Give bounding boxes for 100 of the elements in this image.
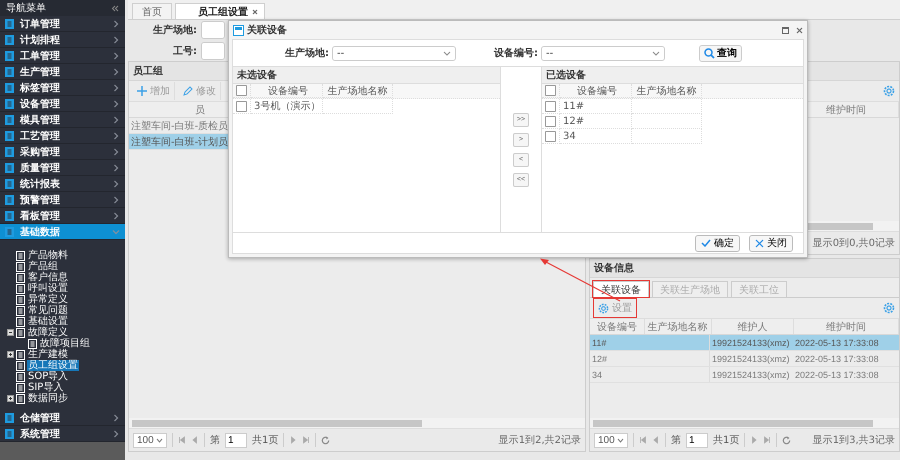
input-field[interactable] xyxy=(201,42,225,60)
tree-item[interactable]: 故障项目组 xyxy=(39,338,91,349)
tree-item[interactable]: 产品组 xyxy=(27,261,59,272)
tree-item[interactable]: 员工组设置 xyxy=(27,360,79,371)
tree-item[interactable]: 生产建模 xyxy=(27,349,69,360)
page-size-select[interactable]: 100 xyxy=(133,432,167,448)
document-icon xyxy=(5,146,14,156)
collapse-icon[interactable] xyxy=(6,329,14,336)
page-input[interactable]: 1 xyxy=(225,432,247,448)
first-page-icon[interactable] xyxy=(178,436,186,444)
page-label: 第 xyxy=(671,434,681,447)
document-icon xyxy=(16,294,25,304)
document-icon xyxy=(5,50,14,60)
menu-item[interactable]: 统计报表 xyxy=(0,176,125,192)
gear-icon[interactable] xyxy=(883,302,895,314)
tab[interactable]: 关联设备 xyxy=(593,281,649,297)
table-cell-text: 19921524133(xmz) xyxy=(711,354,791,364)
menu-item[interactable]: 标签管理 xyxy=(0,80,125,96)
document-icon xyxy=(16,250,25,260)
tree-item[interactable]: 产品物料 xyxy=(27,250,69,261)
document-icon xyxy=(5,210,14,220)
refresh-icon[interactable] xyxy=(321,436,330,444)
table-cell-text: 2022-05-13 17:33:08 xyxy=(794,338,880,348)
tab[interactable]: 首页 xyxy=(132,3,172,19)
checkbox[interactable] xyxy=(236,100,247,112)
table-row[interactable]: 11# 19921524133(xmz) 2022-05-13 17:33:08 xyxy=(590,335,899,351)
next-page-icon[interactable] xyxy=(289,436,298,444)
tree-item[interactable]: 呼叫设置 xyxy=(27,283,69,294)
menu-item[interactable]: 生产管理 xyxy=(0,64,125,80)
document-icon xyxy=(5,428,14,438)
table-row[interactable]: 34 19921524133(xmz) 2022-05-13 17:33:08 xyxy=(590,367,899,383)
search-button[interactable]: 查询 xyxy=(699,44,742,62)
gear-icon[interactable] xyxy=(883,85,895,97)
tree-item[interactable]: SIP导入 xyxy=(27,382,64,393)
previous-page-icon[interactable] xyxy=(652,436,660,444)
caret-icon xyxy=(156,438,163,442)
close-button[interactable]: 关闭 xyxy=(749,234,793,252)
tree-item[interactable]: 常见问题 xyxy=(27,305,69,316)
checkbox[interactable] xyxy=(545,130,556,142)
column-header: 生产场地名称 xyxy=(644,319,712,334)
previous-page-icon[interactable] xyxy=(191,436,199,444)
column-header: 设备编号 xyxy=(590,319,645,334)
column-header: 生产场地名称 xyxy=(632,84,702,98)
column-header: 设备编号 xyxy=(560,84,632,98)
last-page-icon[interactable] xyxy=(302,436,310,444)
table-cell-text: 34 xyxy=(591,370,604,380)
checkbox[interactable] xyxy=(236,85,247,96)
caret-icon xyxy=(652,50,660,56)
tab[interactable]: 员工组设置 xyxy=(175,3,265,19)
maximize-icon[interactable] xyxy=(782,26,789,34)
document-icon xyxy=(28,338,37,348)
menu-item[interactable]: 基础数据 xyxy=(0,224,125,240)
checkbox[interactable] xyxy=(545,116,556,126)
column-header: 维护时间 xyxy=(794,319,899,334)
menu-item[interactable]: 订单管理 xyxy=(0,16,125,32)
menu-item[interactable]: 工单管理 xyxy=(0,48,125,64)
expand-icon[interactable] xyxy=(6,395,14,402)
confirm-button[interactable]: 确定 xyxy=(695,234,740,252)
refresh-icon[interactable] xyxy=(782,436,792,444)
menu-item[interactable]: 设备管理 xyxy=(0,96,125,112)
document-icon xyxy=(16,316,25,326)
close-icon[interactable] xyxy=(252,8,258,14)
select-field[interactable]: -- xyxy=(332,46,456,60)
checkbox[interactable] xyxy=(545,100,556,112)
window-icon xyxy=(233,24,244,36)
tree-item[interactable]: 客户信息 xyxy=(27,272,69,283)
next-page-icon[interactable] xyxy=(750,436,758,444)
last-page-icon[interactable] xyxy=(763,436,772,444)
menu-item[interactable]: 仓储管理 xyxy=(0,410,125,426)
field-label: 生产场地: xyxy=(152,24,197,38)
menu-item[interactable]: 工艺管理 xyxy=(0,128,125,144)
menu-item[interactable]: 计划排程 xyxy=(0,32,125,48)
menu-item[interactable]: 质量管理 xyxy=(0,160,125,176)
page-count: 共1页 xyxy=(713,434,740,447)
document-icon xyxy=(5,226,14,236)
tree-item[interactable]: 数据同步 xyxy=(27,393,69,404)
page-size-select[interactable]: 100 xyxy=(594,432,628,448)
menu-item[interactable]: 采购管理 xyxy=(0,144,125,160)
record-summary: 显示0到0,共0记录 xyxy=(812,236,895,250)
tree-item[interactable]: 基础设置 xyxy=(27,316,69,327)
first-page-icon[interactable] xyxy=(639,436,647,444)
select-field[interactable]: -- xyxy=(541,46,665,60)
collapse-sidebar-icon[interactable] xyxy=(111,4,119,12)
table-cell-text: 11# xyxy=(591,338,608,348)
expand-icon[interactable] xyxy=(6,351,14,358)
document-icon xyxy=(5,162,14,172)
record-summary: 显示1到2,共2记录 xyxy=(498,434,581,447)
page-input[interactable]: 1 xyxy=(686,432,708,448)
tree-item[interactable]: 故障定义 xyxy=(27,327,69,338)
tree-item[interactable]: 异常定义 xyxy=(27,294,69,305)
close-icon[interactable] xyxy=(796,26,803,34)
field-label: 生产场地: xyxy=(284,46,330,60)
menu-item[interactable]: 模具管理 xyxy=(0,112,125,128)
table-row[interactable]: 12# 19921524133(xmz) 2022-05-13 17:33:08 xyxy=(590,351,899,367)
table-cell: 12# xyxy=(560,114,632,129)
gear-icon[interactable] xyxy=(598,302,609,314)
tree-item[interactable]: SOP导入 xyxy=(27,371,70,382)
checkbox[interactable] xyxy=(545,85,556,96)
input-field[interactable] xyxy=(201,21,225,40)
menu-item[interactable]: 预警管理 xyxy=(0,192,125,208)
